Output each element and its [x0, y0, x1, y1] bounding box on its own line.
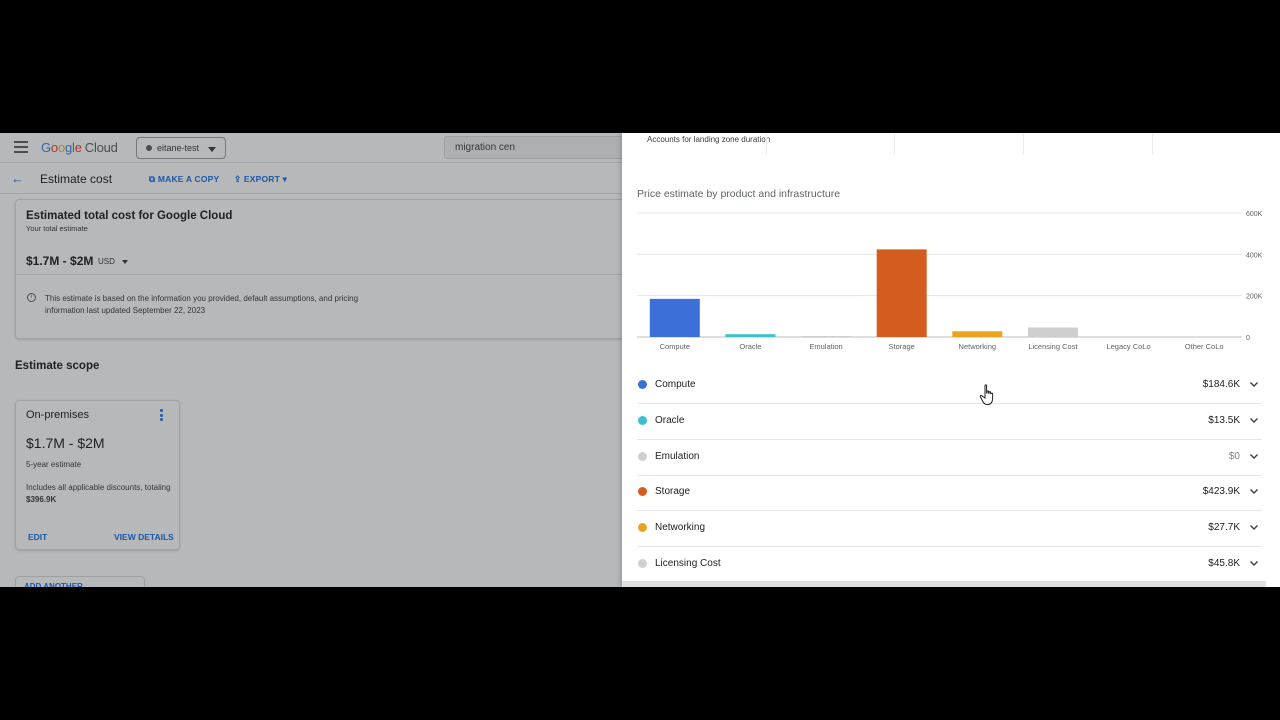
- hand-cursor-icon: [979, 384, 994, 405]
- chart-bar: [649, 298, 700, 337]
- make-copy-button[interactable]: ⧉ MAKE A COPY: [149, 174, 219, 185]
- top-bar: Google Cloud eitane-test migration cen: [0, 133, 622, 163]
- info-icon: i: [27, 293, 36, 302]
- row-value: $0: [1228, 450, 1240, 462]
- export-button[interactable]: ⇪ EXPORT ▾: [234, 174, 287, 185]
- legend-dot: [638, 451, 647, 461]
- x-tick-label: Other CoLo: [1185, 342, 1224, 351]
- chevron-down-icon[interactable]: [1248, 521, 1260, 533]
- section-title: Estimate scope: [15, 360, 100, 372]
- hamburger-menu-icon[interactable]: [14, 141, 28, 153]
- estimate-subheading: Your total estimate: [26, 224, 88, 233]
- row-label: Compute: [655, 379, 696, 390]
- table-divider: [766, 133, 767, 155]
- estimate-note: This estimate is based on the informatio…: [45, 294, 359, 315]
- chart-bar: [725, 334, 776, 337]
- x-tick-label: Storage: [889, 342, 915, 351]
- breakdown-row[interactable]: Compute $184.6K: [637, 368, 1262, 404]
- breakdown-row[interactable]: Licensing Cost $45.8K: [637, 547, 1262, 583]
- chevron-down-icon[interactable]: [1248, 485, 1260, 497]
- legend-dot: [638, 380, 647, 389]
- row-label: Licensing Cost: [655, 558, 721, 569]
- chart-bar: [952, 331, 1003, 337]
- project-icon: [146, 145, 152, 151]
- row-value: $45.8K: [1208, 558, 1240, 569]
- legend-dot: [638, 523, 647, 533]
- x-tick-label: Oracle: [739, 342, 761, 351]
- horizontal-scrollbar[interactable]: [622, 581, 1266, 587]
- landing-zone-note: Accounts for landing zone duration: [647, 135, 771, 144]
- environment-title: On-premises: [26, 409, 89, 421]
- x-tick-label: Licensing Cost: [1028, 342, 1078, 351]
- chevron-down-icon[interactable]: [122, 260, 128, 264]
- estimate-card: Estimated total cost for Google Cloud Yo…: [15, 199, 622, 339]
- chevron-down-icon[interactable]: [1248, 378, 1260, 390]
- chevron-down-icon[interactable]: [1248, 414, 1260, 426]
- breakdown-row[interactable]: Oracle $13.5K: [637, 404, 1262, 440]
- estimate-heading: Estimated total cost for Google Cloud: [26, 210, 233, 222]
- chart-bar: [876, 249, 927, 337]
- chart-bar: [801, 336, 852, 337]
- row-label: Oracle: [655, 414, 685, 426]
- x-tick-label: Compute: [660, 342, 690, 351]
- chevron-down-icon[interactable]: [1248, 557, 1260, 569]
- y-tick-label: 600K: [1246, 211, 1263, 218]
- x-tick-label: Legacy CoLo: [1106, 342, 1150, 351]
- chevron-down-icon: [208, 147, 216, 152]
- chevron-down-icon[interactable]: [1248, 450, 1260, 462]
- legend-dot: [638, 487, 647, 497]
- table-divider: [1023, 133, 1024, 155]
- legend-dot: [638, 559, 647, 568]
- table-divider: [1152, 133, 1153, 155]
- y-tick-label: 400K: [1246, 252, 1263, 259]
- add-environment-button[interactable]: ADD ANOTHER ENVIRONMENT: [15, 576, 145, 587]
- currency-select[interactable]: USD: [98, 257, 115, 266]
- environment-years: 5-year estimate: [26, 460, 82, 469]
- google-cloud-logo[interactable]: Google Cloud: [41, 140, 118, 155]
- view-details-button[interactable]: VIEW DETAILS: [114, 532, 174, 542]
- environment-card: On-premises $1.7M - $2M 5-year estimate …: [15, 400, 180, 550]
- row-value: $184.6K: [1202, 379, 1240, 390]
- y-tick-label: 0: [1246, 335, 1250, 342]
- page-header: ← Estimate cost ⧉ MAKE A COPY ⇪ EXPORT ▾: [0, 163, 622, 194]
- estimate-amount: $1.7M - $2M: [26, 254, 94, 268]
- more-vert-icon[interactable]: [160, 409, 164, 423]
- console-background: Google Cloud eitane-test migration cen ← …: [0, 133, 622, 587]
- breakdown-row[interactable]: Emulation $0: [637, 440, 1262, 476]
- table-divider: [894, 133, 895, 155]
- row-label: Storage: [655, 486, 691, 498]
- environment-discount: Includes all applicable discounts, total…: [26, 483, 171, 504]
- edit-button[interactable]: EDIT: [28, 532, 47, 542]
- back-arrow-icon[interactable]: ←: [11, 171, 24, 186]
- row-value: $27.7K: [1208, 522, 1240, 534]
- row-label: Networking: [655, 522, 706, 534]
- row-value: $13.5K: [1208, 414, 1240, 426]
- legend-dot: [638, 415, 647, 425]
- chart-title: Price estimate by product and infrastruc…: [637, 188, 841, 200]
- environment-amount: $1.7M - $2M: [26, 435, 105, 451]
- row-label: Emulation: [655, 450, 700, 462]
- details-panel: Accounts for landing zone duration Price…: [622, 133, 1280, 587]
- chart-bar: [1027, 327, 1078, 337]
- breakdown-row[interactable]: Storage $423.9K: [637, 475, 1262, 512]
- y-tick-label: 200K: [1246, 294, 1263, 301]
- search-input[interactable]: migration cen: [444, 136, 622, 159]
- project-selector[interactable]: eitane-test: [136, 137, 226, 159]
- screen: Google Cloud eitane-test migration cen ← …: [0, 133, 1280, 587]
- divider: [16, 274, 622, 275]
- row-value: $423.9K: [1202, 486, 1240, 498]
- x-tick-label: Emulation: [809, 342, 842, 351]
- breakdown-row[interactable]: Networking $27.7K: [637, 511, 1262, 548]
- x-tick-label: Networking: [959, 342, 997, 351]
- page-title: Estimate cost: [40, 172, 113, 186]
- price-bar-chart: 0 200K 400K 600K Compute Oracle Emulation Stora…: [637, 211, 1263, 351]
